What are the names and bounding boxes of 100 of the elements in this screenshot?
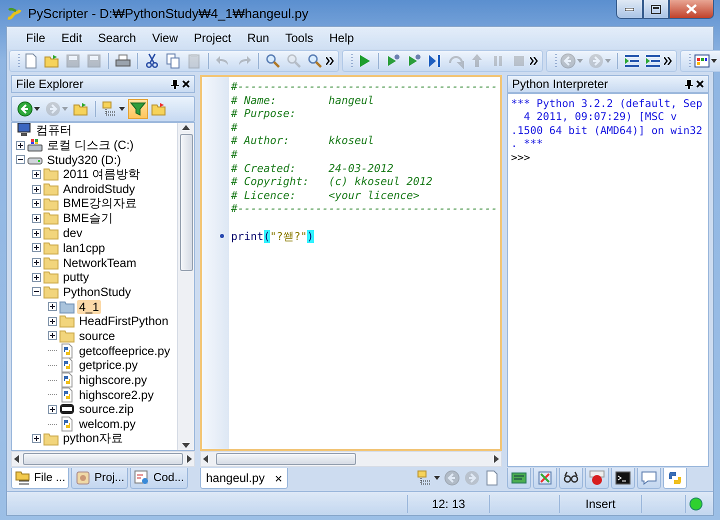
expand-toggle[interactable]: [48, 331, 57, 340]
tree-item[interactable]: BME슬기: [61, 210, 116, 227]
folder-icon: [43, 430, 59, 447]
tree-item[interactable]: highscore2.py: [77, 388, 156, 402]
panel-tab[interactable]: Proj...: [71, 468, 128, 489]
tree-item[interactable]: source: [77, 328, 118, 343]
menu-item[interactable]: Edit: [54, 29, 90, 47]
expand-toggle[interactable]: [48, 316, 57, 326]
maximize-button[interactable]: [643, 0, 669, 19]
tree-item[interactable]: BME강의자료: [61, 195, 140, 212]
panel-title: File Explorer: [16, 77, 84, 91]
expand-toggle[interactable]: [32, 214, 41, 223]
tree-item[interactable]: source.zip: [77, 402, 136, 416]
find-files-icon: [307, 53, 323, 69]
computer-icon: [16, 123, 32, 138]
scroll-thumb[interactable]: [180, 134, 192, 272]
editor-tab[interactable]: hangeul.py ×: [200, 468, 288, 489]
folder-icon: [59, 298, 75, 315]
folder-icon: [59, 313, 75, 330]
tree-item[interactable]: 컴퓨터: [34, 123, 74, 139]
folder-icon: [43, 254, 59, 271]
panel-tab[interactable]: File ...: [11, 468, 70, 489]
folder-icon: [43, 240, 59, 256]
console-output[interactable]: *** Python 3.2.2 (default, Sep 4 2011, 09:07:29) [MSC v .1500 64 bit (AMD64)] on win32 . *** >>>: [507, 93, 709, 467]
panel-tab[interactable]: [507, 468, 531, 489]
menu-item[interactable]: Project: [186, 29, 238, 47]
expand-toggle[interactable]: [32, 228, 41, 238]
tree-item[interactable]: getprice.py: [77, 358, 140, 372]
scroll-right-arrow[interactable]: [494, 455, 499, 463]
menu-item[interactable]: File: [19, 29, 52, 47]
chevron-icon[interactable]: [530, 57, 539, 65]
view-icon: [102, 101, 118, 117]
tree-item[interactable]: highscore.py: [77, 373, 150, 388]
horizontal-scrollbar[interactable]: [200, 451, 502, 467]
close-icon[interactable]: [696, 80, 704, 88]
expand-toggle[interactable]: [32, 184, 41, 194]
panel-tab[interactable]: [611, 468, 635, 489]
variables-icon: [511, 470, 527, 486]
run-to-cursor-icon: [406, 53, 422, 69]
scroll-down-arrow[interactable]: [182, 443, 190, 448]
panel-tab[interactable]: [559, 468, 583, 489]
tree-item[interactable]: AndroidStudy: [61, 182, 138, 196]
system-drive-icon: [27, 137, 43, 154]
code-icon: [134, 470, 150, 486]
copy-icon: [165, 53, 181, 69]
collapse-toggle[interactable]: [16, 155, 25, 164]
pin-icon[interactable]: [685, 80, 693, 88]
tree-item[interactable]: PythonStudy: [61, 284, 134, 299]
scroll-left-arrow[interactable]: [203, 455, 208, 463]
tree-item[interactable]: getcoffeeprice.py: [77, 344, 172, 358]
toolbar-button[interactable]: [15, 99, 42, 119]
step-out-icon: [469, 53, 485, 69]
pin-icon[interactable]: [171, 80, 179, 88]
tree-item[interactable]: welcom.py: [77, 417, 138, 432]
expand-toggle[interactable]: [16, 140, 25, 150]
console-line: 4 2011, 09:07:29) [MSC v: [522, 111, 678, 125]
tree-item[interactable]: 4_1: [77, 300, 102, 314]
chevron-icon[interactable]: [664, 57, 673, 65]
debug-icon: [385, 53, 401, 69]
panel-tab[interactable]: Cod...: [130, 468, 188, 489]
tree-item[interactable]: 2011 여름방학: [61, 166, 142, 183]
expand-toggle[interactable]: [32, 243, 41, 252]
tree-item[interactable]: putty: [61, 270, 92, 284]
explorer-icon: [15, 470, 31, 486]
expand-toggle[interactable]: [32, 258, 41, 268]
menu-item[interactable]: Search: [91, 29, 144, 47]
code-line: #: [231, 120, 239, 134]
tab-close[interactable]: ×: [274, 470, 282, 486]
tree-item[interactable]: NetworkTeam: [61, 256, 138, 270]
tree-item[interactable]: dev: [61, 226, 84, 240]
step-into-icon: [427, 53, 443, 69]
expand-toggle[interactable]: [48, 302, 57, 312]
chevron-icon[interactable]: [326, 57, 335, 65]
menu-item[interactable]: Tools: [278, 29, 320, 47]
expand-toggle[interactable]: [32, 170, 41, 179]
close-button[interactable]: [669, 0, 714, 19]
tree-item[interactable]: 로컬 디스크 (C:): [45, 136, 136, 154]
toolbar-button[interactable]: [128, 99, 148, 119]
expand-toggle[interactable]: [32, 434, 41, 444]
horizontal-scrollbar[interactable]: [11, 451, 195, 467]
tree-item[interactable]: lan1cpp: [61, 240, 108, 255]
menu-item[interactable]: Help: [322, 29, 361, 47]
vertical-scrollbar[interactable]: [177, 123, 194, 450]
expand-toggle[interactable]: [32, 199, 41, 208]
close-icon[interactable]: [182, 80, 190, 88]
menu-item[interactable]: Run: [240, 29, 276, 47]
menu-item[interactable]: View: [145, 29, 185, 47]
expand-toggle[interactable]: [32, 272, 41, 282]
open-icon: [44, 53, 60, 69]
minimize-button[interactable]: [616, 0, 643, 19]
scroll-right-arrow[interactable]: [187, 455, 192, 463]
tree-item[interactable]: Study320 (D:): [45, 152, 124, 167]
favorites-icon: [151, 101, 167, 117]
folder-icon: [43, 225, 59, 242]
scroll-up-arrow[interactable]: [182, 125, 190, 130]
tree-item[interactable]: python자료: [61, 430, 126, 448]
scroll-left-arrow[interactable]: [14, 455, 19, 463]
tree-item[interactable]: HeadFirstPython: [77, 314, 170, 328]
collapse-toggle[interactable]: [32, 287, 41, 296]
expand-toggle[interactable]: [48, 404, 57, 414]
